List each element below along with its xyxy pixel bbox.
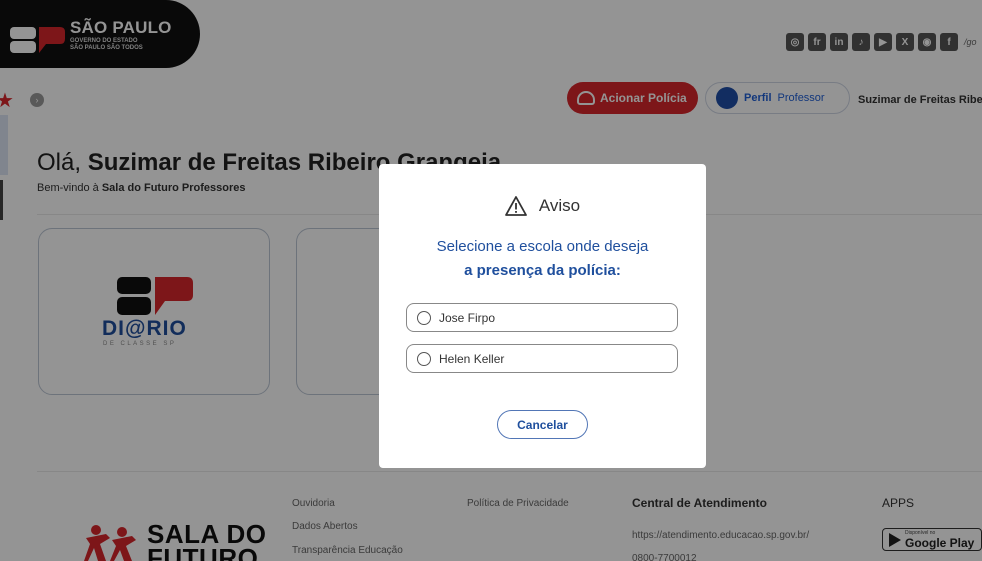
dialog-title: Aviso <box>379 196 706 216</box>
radio-icon[interactable] <box>417 351 431 366</box>
radio-icon[interactable] <box>417 310 431 325</box>
cancel-button[interactable]: Cancelar <box>497 410 588 439</box>
aviso-dialog: Aviso Selecione a escola onde deseja a p… <box>379 164 706 468</box>
warning-icon <box>504 196 527 216</box>
dialog-question-emphasis: a presença da polícia: <box>464 262 621 279</box>
dialog-question: Selecione a escola onde deseja <box>436 238 649 255</box>
school-option-helen-keller[interactable]: Helen Keller <box>406 344 678 373</box>
school-option-jose-firpo[interactable]: Jose Firpo <box>406 303 678 332</box>
